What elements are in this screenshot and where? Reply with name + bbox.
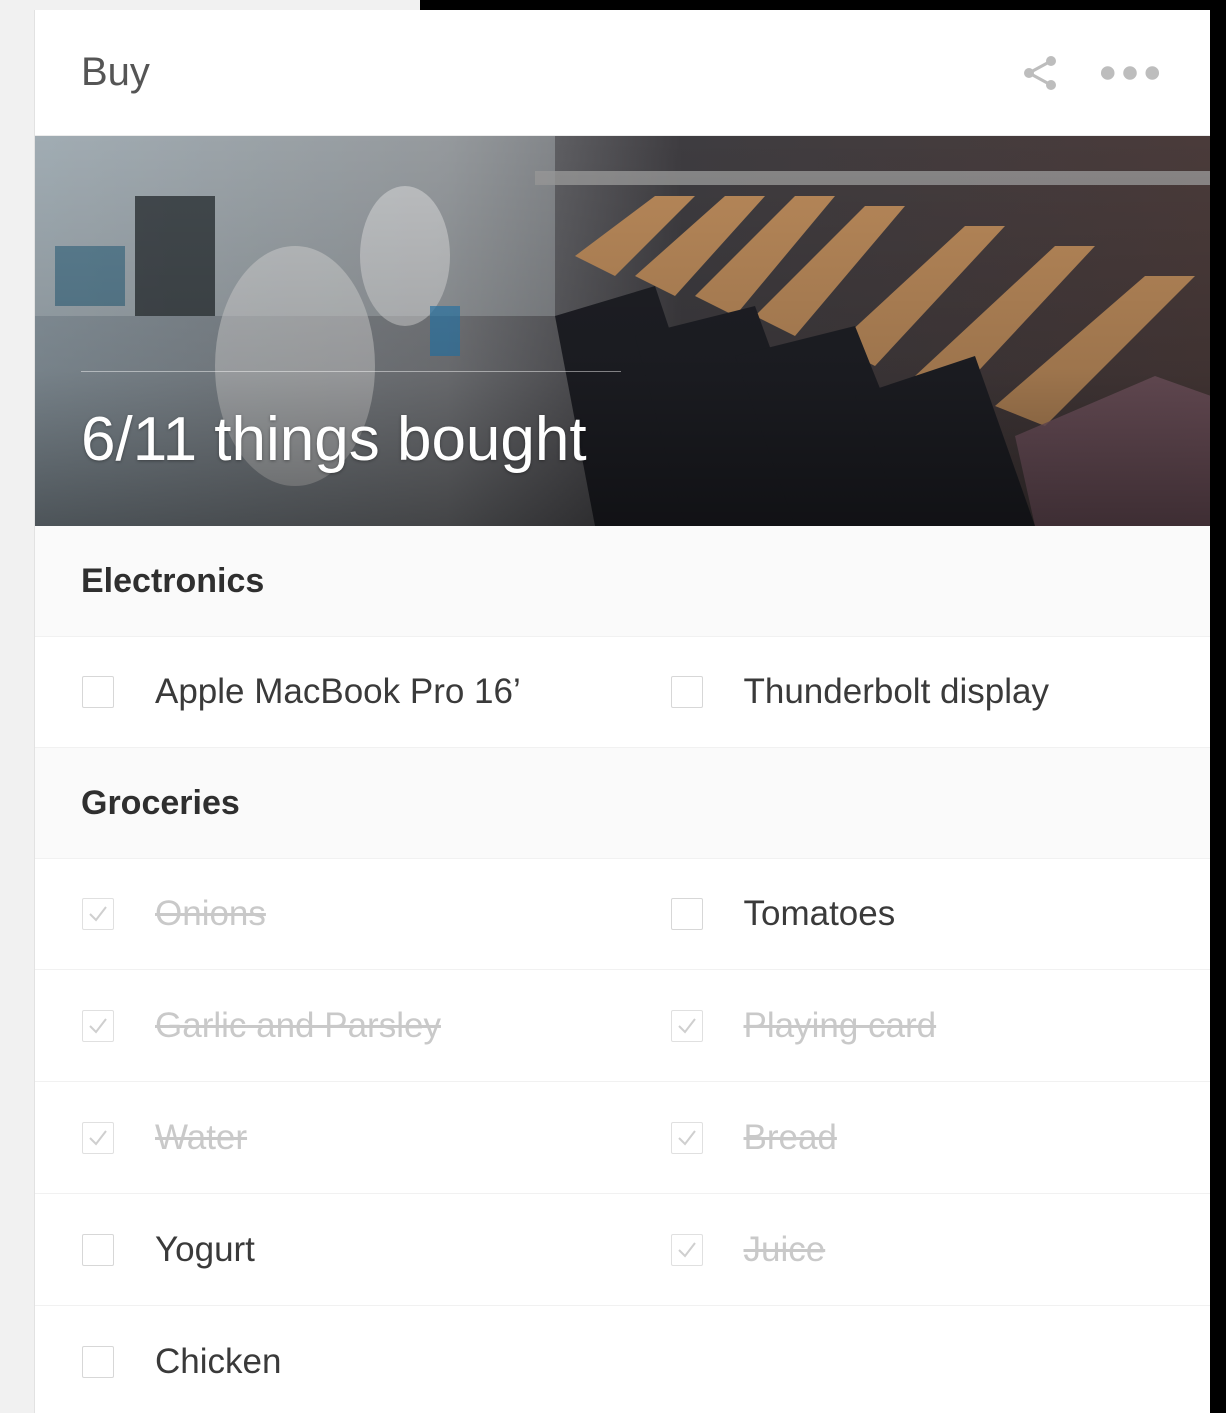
checkmark-icon xyxy=(89,906,107,922)
list-row: Chicken xyxy=(35,1306,1210,1413)
list-item[interactable]: Chicken xyxy=(35,1306,624,1413)
checkmark-icon xyxy=(89,1017,107,1034)
item-label: Yogurt xyxy=(155,1229,255,1269)
section-heading: Electronics xyxy=(35,526,1210,636)
more-button[interactable] xyxy=(1100,43,1160,103)
checkbox-icon[interactable] xyxy=(82,1233,114,1266)
section-heading: Groceries xyxy=(35,748,1210,858)
list-item[interactable]: Playing card xyxy=(624,970,1211,1081)
checkmark-icon xyxy=(677,1129,696,1146)
item-label: Apple MacBook Pro 16’ xyxy=(155,672,521,711)
item-label: Water xyxy=(155,1117,248,1157)
checkbox-icon[interactable] xyxy=(670,676,703,708)
list-row: Yogurt Juice xyxy=(35,1194,1210,1306)
item-label: Juice xyxy=(743,1229,826,1269)
list-item[interactable]: Water xyxy=(35,1082,624,1193)
hero-banner: 6/11 things bought xyxy=(35,136,1210,526)
list-item[interactable]: Garlic and Parsley xyxy=(35,970,624,1081)
list-item[interactable]: Thunderbolt display xyxy=(624,637,1211,747)
checkmark-icon xyxy=(677,1017,696,1034)
list-title: Buy xyxy=(81,50,150,94)
checkbox-icon[interactable] xyxy=(670,1009,703,1042)
checkbox-icon[interactable] xyxy=(82,898,114,930)
sections-container: Electronics Apple MacBook Pro 16’ Thunderb… xyxy=(35,526,1210,1413)
item-label: Playing card xyxy=(743,1005,937,1045)
checkbox-icon[interactable] xyxy=(82,676,114,708)
checkbox-icon[interactable] xyxy=(670,898,703,930)
item-label: Bread xyxy=(743,1117,837,1157)
checkbox-icon[interactable] xyxy=(82,1121,114,1154)
list-card: Buy 6/11 things bought Electronics Apple… xyxy=(34,10,1210,1413)
checkbox-icon[interactable] xyxy=(82,1009,114,1042)
list-row: Onions Tomatoes xyxy=(35,858,1210,970)
share-icon xyxy=(1024,55,1056,90)
background-strip-right xyxy=(1210,0,1226,1413)
checkmark-icon xyxy=(677,1241,696,1258)
progress-summary: 6/11 things bought xyxy=(81,405,587,474)
item-label: Tomatoes xyxy=(743,894,896,933)
share-button[interactable] xyxy=(1010,43,1070,103)
list-item[interactable]: Apple MacBook Pro 16’ xyxy=(35,637,624,747)
list-item[interactable]: Onions xyxy=(35,859,624,969)
list-header: Buy xyxy=(35,10,1210,136)
item-label: Thunderbolt display xyxy=(743,672,1049,711)
item-label: Chicken xyxy=(155,1341,282,1381)
checkbox-icon[interactable] xyxy=(670,1121,703,1154)
item-label: Garlic and Parsley xyxy=(155,1005,441,1045)
item-label: Onions xyxy=(155,894,266,933)
checkmark-icon xyxy=(89,1129,107,1146)
hero-divider xyxy=(81,371,621,372)
checkbox-icon[interactable] xyxy=(82,1345,114,1378)
more-dots-icon xyxy=(1100,65,1160,80)
background-strip-top xyxy=(420,0,1226,10)
checkbox-icon[interactable] xyxy=(670,1233,703,1266)
list-item[interactable]: Yogurt xyxy=(35,1194,624,1305)
list-item[interactable]: Bread xyxy=(624,1082,1211,1193)
list-item[interactable]: Juice xyxy=(624,1194,1211,1305)
list-item[interactable]: Tomatoes xyxy=(624,859,1211,969)
list-row: Apple MacBook Pro 16’ Thunderbolt display xyxy=(35,636,1210,748)
list-row: Garlic and Parsley Playing card xyxy=(35,970,1210,1082)
list-row: Water Bread xyxy=(35,1082,1210,1194)
